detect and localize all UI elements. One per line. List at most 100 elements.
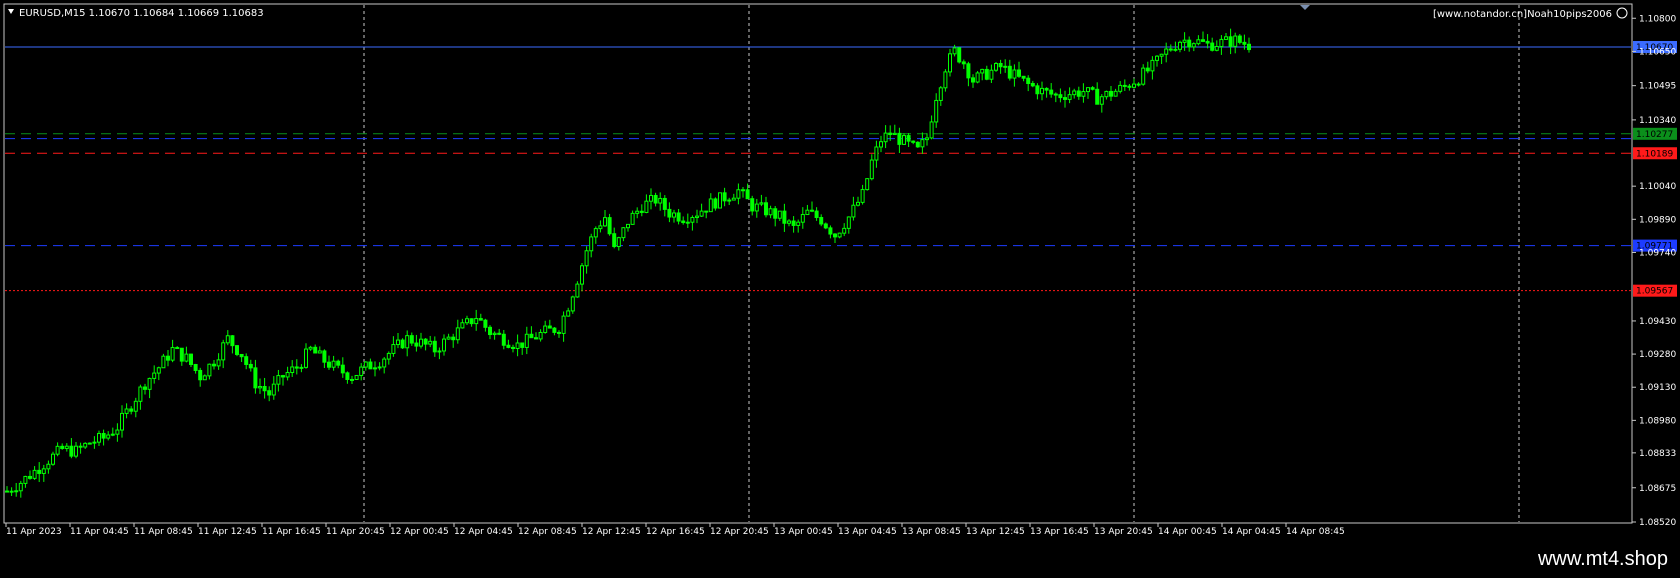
candle-body [437,350,442,353]
candle-body [998,62,1003,68]
candle-body [515,342,520,349]
candle-body [262,386,267,392]
candle-body [363,361,368,368]
candle-body [828,227,833,235]
candle-body [239,353,244,358]
candle-body [837,232,842,238]
candle-body [791,220,796,226]
candle-body [635,210,640,214]
candle-body [1224,36,1228,40]
candle-body [281,375,285,378]
candle-body [198,369,203,381]
candle-body [529,333,534,339]
candle-body [856,201,860,206]
candle-body [294,366,299,369]
candle-body [97,432,101,443]
candle-body [727,199,732,202]
candle-body [115,429,120,435]
candle-body [846,216,851,229]
candle-body [9,490,14,493]
candle-body [409,335,414,344]
candle-body [773,208,778,219]
candle-body [879,141,883,148]
candle-body [920,139,925,148]
candle-body [37,469,42,474]
candle-body [299,366,304,369]
candle-body [800,214,805,223]
y-tick-label: 1.09280 [1639,350,1676,360]
candle-body [819,217,824,225]
candle-body [1132,83,1136,88]
candle-body [957,47,962,63]
candle-body [506,344,511,348]
candle-body [722,192,727,202]
candle-body [276,375,281,385]
candle-body [18,482,23,492]
candle-body [796,221,801,226]
candle-body [74,445,78,457]
candle-body [129,408,134,412]
candle-body [373,367,377,370]
candle-body [897,132,902,145]
x-tick-label: 12 Apr 04:45 [454,527,513,537]
candle-body [331,360,336,368]
candle-body [1205,40,1210,44]
candle-body [718,192,722,209]
candle-body [966,63,971,79]
candle-body [419,338,423,347]
candle-body [906,135,911,142]
y-tick-label: 1.09890 [1639,215,1676,225]
candle-body [915,141,920,148]
candle-body [184,353,189,362]
candle-body [584,250,589,267]
candle-body [699,210,704,217]
candle-body [1104,90,1109,98]
candle-body [860,189,865,203]
candle-body [598,225,603,230]
candle-body [5,490,9,493]
candle-body [1145,67,1150,72]
candle-body [644,200,649,213]
candle-body [833,233,837,238]
candle-body [110,433,115,436]
candle-body [547,325,552,329]
candle-body [708,198,713,213]
candle-body [400,339,405,349]
candle-body [534,337,538,340]
y-tick-label: 1.09130 [1639,383,1676,393]
x-tick-label: 13 Apr 08:45 [902,527,961,537]
candle-body [1247,43,1251,51]
candle-body [713,198,718,209]
candle-body [244,356,249,365]
candle-body [805,209,810,216]
candle-body [704,210,709,213]
candle-body [304,348,308,368]
candle-body [405,335,410,349]
candle-body [851,204,856,218]
candle-body [382,358,387,368]
candle-body [883,132,888,143]
x-tick-label: 13 Apr 12:45 [966,527,1025,537]
candle-body [1233,35,1238,47]
price-chart[interactable]: 1.106701.102771.101891.097711.09567 1.10… [0,0,1680,543]
candle-body [106,434,111,439]
candle-body [1159,53,1164,57]
candle-body [566,310,571,317]
candle-body [143,386,147,390]
candle-body [46,463,51,470]
candle-body [202,375,207,381]
candle-body [768,208,773,216]
candle-body [695,215,699,218]
candle-body [1026,77,1031,84]
candle-body [391,344,396,354]
candle-body [78,445,83,448]
candle-body [672,212,676,218]
candle-body [989,69,994,80]
candle-body [322,350,327,363]
candle-body [179,347,184,362]
candle-body [874,146,879,161]
y-tick-label: 1.08675 [1639,484,1676,494]
candle-body [377,366,382,369]
candle-body [685,221,690,224]
x-tick-label: 11 Apr 16:45 [262,527,321,537]
